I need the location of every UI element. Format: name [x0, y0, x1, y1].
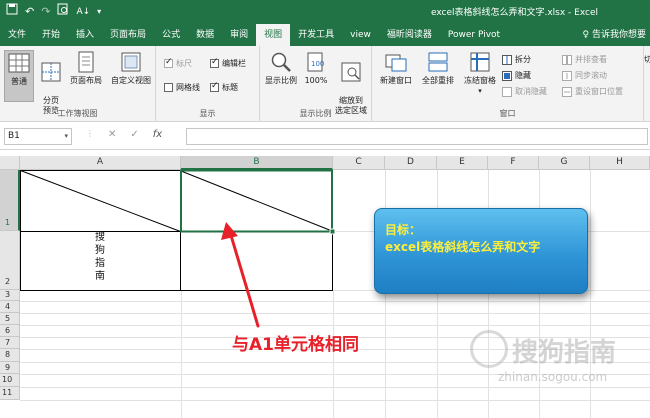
watermark-text: 搜狗指南 [512, 338, 617, 368]
sogou-logo-icon [470, 330, 508, 368]
annotation-text: 与A1单元格相同 [232, 335, 359, 355]
watermark-url: zhinan.sogou.com [498, 370, 608, 384]
